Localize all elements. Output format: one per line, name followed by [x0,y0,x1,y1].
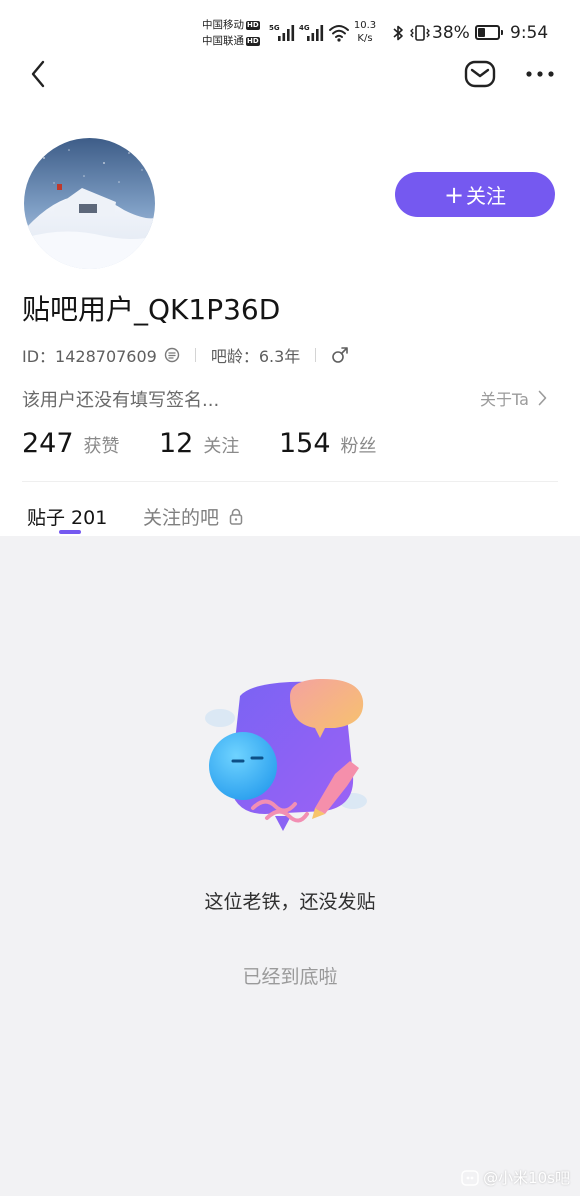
username: 贴吧用户_QK1P36D [22,293,281,326]
stat-following-label: 关注 [203,436,240,457]
signal-1-icon [278,25,295,41]
signal-2-icon [307,25,324,41]
stat-following[interactable]: 12 关注 [159,428,239,459]
tieba-logo-icon [461,1169,479,1186]
battery-level-fill [478,28,485,37]
back-button[interactable] [22,56,54,92]
carrier-info: 中国移动 HD 中国联通 HD [202,17,260,49]
stat-likes-label: 获赞 [83,436,120,457]
active-tab-indicator [59,530,81,534]
meta-separator [194,348,196,362]
copy-id-icon[interactable] [164,347,180,363]
chevron-left-icon [31,60,45,88]
bar-age: 吧龄：6.3年 [210,347,301,366]
empty-state-subtitle: 已经到底啦 [242,966,338,988]
wifi-icon [329,25,349,42]
tab-followed-bars-label: 关注的吧 [143,507,220,529]
carrier-2-label: 中国联通 [202,35,244,47]
profile-meta-row: ID：1428707609 吧龄：6.3年 [22,344,349,366]
about-ta-label: 关于Ta [480,390,529,409]
empty-state-title: 这位老铁，还没发贴 [204,891,376,913]
tab-posts-label: 贴子 201 [27,507,108,529]
posts-content-area: 这位老铁，还没发贴 已经到底啦 @小米10s吧 [0,536,580,1196]
divider [22,481,558,482]
tab-posts[interactable]: 贴子 201 [27,503,107,530]
watermark: @小米10s吧 [461,1167,570,1188]
follow-button[interactable]: + 关注 [395,172,555,217]
chevron-right-icon [538,390,547,406]
vibrate-icon [410,25,430,41]
network-speed: 10.3 K/s [352,19,378,45]
status-bar: 中国移动 HD 中国联通 HD 5G 4G 10.3 K/s 38% 9:54 [0,0,580,60]
hd-badge: HD [246,36,260,46]
stat-fans[interactable]: 154 粉丝 [279,428,377,459]
stat-fans-label: 粉丝 [340,436,377,457]
carrier-1-label: 中国移动 [202,19,244,31]
user-id: ID：1428707609 [22,347,157,366]
battery-icon [475,25,503,40]
status-time: 9:54 [510,23,549,43]
lock-icon [229,508,243,525]
watermark-text: @小米10s吧 [483,1169,570,1187]
male-icon [331,346,349,364]
network-speed-unit: K/s [357,33,373,44]
hd-badge: HD [246,20,260,30]
message-button[interactable] [462,56,498,92]
stat-fans-value: 154 [279,428,331,459]
about-ta-link[interactable]: 关于Ta [480,386,547,410]
bluetooth-icon [393,25,403,41]
tab-followed-bars[interactable]: 关注的吧 [143,503,243,530]
user-signature: 该用户还没有填写签名... [22,390,220,411]
more-button[interactable] [522,58,558,90]
empty-posts-illustration-icon [205,678,367,831]
meta-separator [315,348,317,362]
avatar[interactable] [24,138,155,269]
ellipsis-icon [526,71,554,77]
follow-button-label: 关注 [466,184,507,208]
profile-stats: 247 获赞 12 关注 154 粉丝 [0,428,580,462]
stat-following-value: 12 [159,428,194,459]
avatar-snow-house-image [24,138,155,269]
battery-percent: 38% [432,23,470,43]
stat-likes[interactable]: 247 获赞 [22,428,120,459]
envelope-icon [464,60,496,88]
stat-likes-value: 247 [22,428,74,459]
network-speed-value: 10.3 [353,20,377,31]
plus-icon: + [443,180,465,209]
